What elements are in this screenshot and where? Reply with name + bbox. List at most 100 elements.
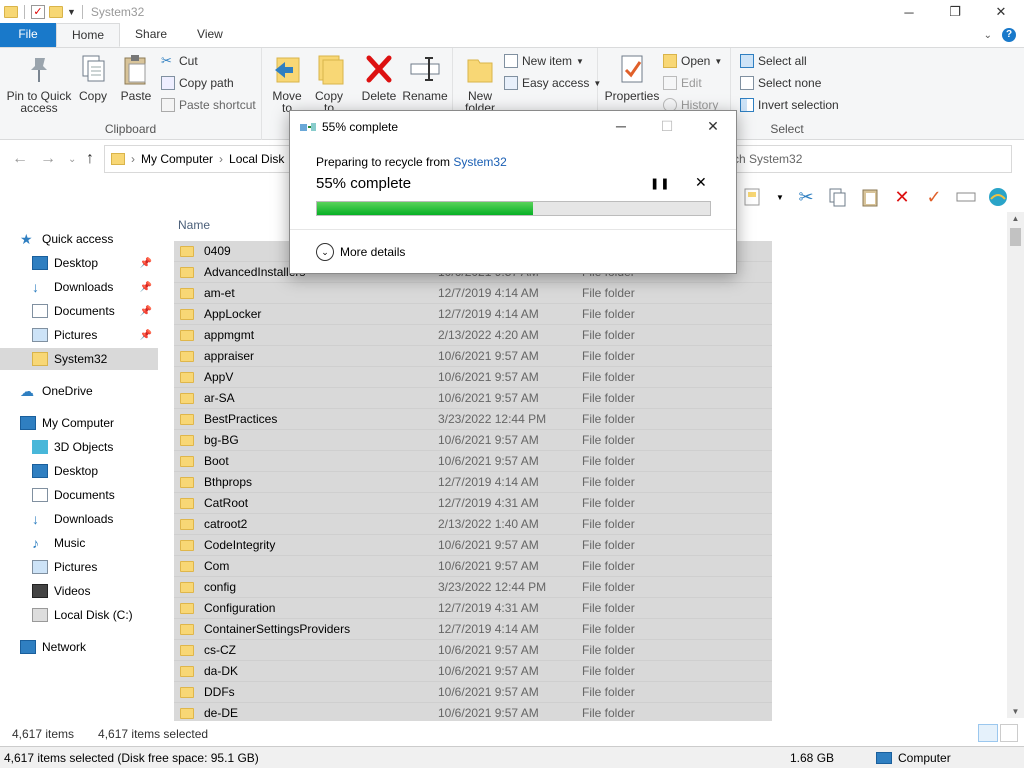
pin-to-quick-access-button[interactable]: Pin to Quick access [4, 52, 74, 114]
table-row[interactable]: ContainerSettingsProviders 12/7/2019 4:14… [174, 619, 772, 640]
pin-icon[interactable]: 📌 [140, 330, 152, 341]
scroll-down-icon[interactable]: ▼ [1007, 707, 1024, 716]
table-row[interactable]: ar-SA 10/6/2021 9:57 AM File folder [174, 388, 772, 409]
sidebar-item-desktop-pc[interactable]: Desktop [0, 460, 158, 482]
table-row[interactable]: Com 10/6/2021 9:57 AM File folder [174, 556, 772, 577]
rename-button[interactable]: Rename [401, 52, 449, 102]
back-arrow-icon[interactable]: ← [12, 150, 28, 168]
sidebar-item-system32[interactable]: System32 [0, 348, 158, 370]
breadcrumb-my-computer[interactable]: My Computer [141, 152, 213, 166]
dialog-minimize-button[interactable]: ─ [598, 111, 644, 141]
customize-qa-dropdown-icon[interactable]: ▼ [67, 7, 76, 17]
chevron-down-icon[interactable]: ⌄ [984, 30, 992, 41]
new-item-button[interactable]: New item ▼ [504, 54, 584, 68]
close-button[interactable]: ✕ [978, 0, 1024, 24]
copy-icon[interactable] [828, 187, 848, 207]
pin-icon[interactable]: 📌 [140, 258, 152, 269]
maximize-button[interactable]: ❐ [932, 0, 978, 24]
delete-icon[interactable]: ✕ [892, 187, 912, 207]
easy-access-button[interactable]: Easy access ▼ [504, 76, 601, 90]
up-arrow-icon[interactable]: ↑ [86, 150, 94, 168]
copy-path-button[interactable]: Copy path [161, 76, 234, 90]
search-input[interactable]: ch System32 [724, 145, 1012, 173]
paste-icon[interactable] [860, 187, 880, 207]
select-all-button[interactable]: Select all [740, 54, 807, 68]
table-row[interactable]: Bthprops 12/7/2019 4:14 AM File folder [174, 472, 772, 493]
sidebar-item-my-computer[interactable]: My Computer [0, 412, 158, 434]
delete-button[interactable]: Delete [359, 52, 399, 102]
sidebar-item-pictures-pc[interactable]: Pictures [0, 556, 158, 578]
table-row[interactable]: DDFs 10/6/2021 9:57 AM File folder [174, 682, 772, 703]
sidebar-item-downloads-pc[interactable]: ↓ Downloads [0, 508, 158, 530]
sidebar-item-local-disk[interactable]: Local Disk (C:) [0, 604, 158, 626]
edit-button[interactable]: Edit [663, 76, 702, 90]
table-row[interactable]: Boot 10/6/2021 9:57 AM File folder [174, 451, 772, 472]
sidebar-item-documents[interactable]: Documents 📌 [0, 300, 158, 322]
globe-icon[interactable] [988, 187, 1008, 207]
sidebar-item-desktop[interactable]: Desktop 📌 [0, 252, 158, 274]
sidebar-item-videos[interactable]: Videos [0, 580, 158, 602]
scroll-up-icon[interactable]: ▲ [1007, 214, 1024, 223]
properties-doc-icon[interactable] [742, 187, 764, 207]
column-header-name[interactable]: Name [178, 218, 210, 232]
table-row[interactable]: Configuration 12/7/2019 4:31 AM File folde… [174, 598, 772, 619]
tab-share[interactable]: Share [120, 23, 182, 47]
vertical-scrollbar[interactable]: ▲ ▼ [1007, 212, 1024, 718]
table-row[interactable]: appraiser 10/6/2021 9:57 AM File folder [174, 346, 772, 367]
pause-icon[interactable]: ❚❚ [650, 177, 670, 190]
open-button[interactable]: Open ▼ [663, 54, 722, 68]
sidebar-item-pictures[interactable]: Pictures 📌 [0, 324, 158, 346]
rename-icon[interactable] [956, 187, 976, 207]
paste-shortcut-button[interactable]: Paste shortcut [161, 98, 256, 112]
new-folder-qa-icon[interactable] [49, 6, 63, 18]
table-row[interactable]: da-DK 10/6/2021 9:57 AM File folder [174, 661, 772, 682]
table-row[interactable]: catroot2 2/13/2022 1:40 AM File folder [174, 514, 772, 535]
select-none-button[interactable]: Select none [740, 76, 821, 90]
table-row[interactable]: CodeIntegrity 10/6/2021 9:57 AM File folde… [174, 535, 772, 556]
properties-button[interactable]: Properties [603, 52, 661, 102]
source-folder-link[interactable]: System32 [453, 155, 506, 169]
paste-button[interactable]: Paste [116, 52, 156, 102]
pin-icon[interactable]: 📌 [140, 282, 152, 293]
tab-home[interactable]: Home [56, 23, 121, 47]
copy-button[interactable]: Copy [76, 52, 110, 102]
table-row[interactable]: appmgmt 2/13/2022 4:20 AM File folder [174, 325, 772, 346]
sidebar-item-onedrive[interactable]: ☁ OneDrive [0, 380, 158, 402]
details-view-icon[interactable] [978, 724, 998, 742]
sidebar-item-music[interactable]: ♪ Music [0, 532, 158, 554]
move-to-button[interactable]: Move to [269, 52, 305, 114]
recent-locations-chevron-icon[interactable]: ⌄ [68, 154, 76, 165]
tab-view[interactable]: View [182, 23, 238, 47]
more-details-button[interactable]: ⌄ More details [316, 243, 405, 261]
table-row[interactable]: config 3/23/2022 12:44 PM File folder [174, 577, 772, 598]
properties-qa-icon[interactable]: ✓ [31, 5, 45, 19]
new-folder-button[interactable]: New folder [458, 52, 502, 114]
table-row[interactable]: CatRoot 12/7/2019 4:31 AM File folder [174, 493, 772, 514]
sidebar-item-documents-pc[interactable]: Documents [0, 484, 158, 506]
tab-file[interactable]: File [0, 23, 56, 47]
table-row[interactable]: BestPractices 3/23/2022 12:44 PM File fold… [174, 409, 772, 430]
table-row[interactable]: cs-CZ 10/6/2021 9:57 AM File folder [174, 640, 772, 661]
table-row[interactable]: bg-BG 10/6/2021 9:57 AM File folder [174, 430, 772, 451]
checkmark-icon[interactable]: ✓ [924, 187, 944, 207]
sidebar-item-quick-access[interactable]: ★ Quick access [0, 228, 158, 250]
breadcrumb-local-disk[interactable]: Local Disk [229, 152, 284, 166]
table-row[interactable]: am-et 12/7/2019 4:14 AM File folder [174, 283, 772, 304]
invert-selection-button[interactable]: Invert selection [740, 98, 839, 112]
sidebar-item-network[interactable]: Network [0, 636, 158, 658]
copy-to-button[interactable]: Copy to [311, 52, 347, 114]
sidebar-item-3d-objects[interactable]: 3D Objects [0, 436, 158, 458]
scrollbar-thumb[interactable] [1010, 228, 1021, 246]
cut-button[interactable]: ✂ Cut [161, 54, 198, 69]
pin-icon[interactable]: 📌 [140, 306, 152, 317]
table-row[interactable]: de-DE 10/6/2021 9:57 AM File folder [174, 703, 772, 721]
table-row[interactable]: AppLocker 12/7/2019 4:14 AM File folder [174, 304, 772, 325]
minimize-button[interactable]: ─ [886, 0, 932, 24]
sidebar-item-downloads[interactable]: ↓ Downloads 📌 [0, 276, 158, 298]
chevron-down-icon[interactable]: ▼ [776, 187, 784, 207]
help-icon[interactable]: ? [1002, 28, 1016, 42]
cancel-icon[interactable]: ✕ [695, 174, 707, 191]
dialog-close-button[interactable]: ✕ [690, 111, 736, 141]
table-row[interactable]: AppV 10/6/2021 9:57 AM File folder [174, 367, 772, 388]
forward-arrow-icon[interactable]: → [40, 150, 56, 168]
